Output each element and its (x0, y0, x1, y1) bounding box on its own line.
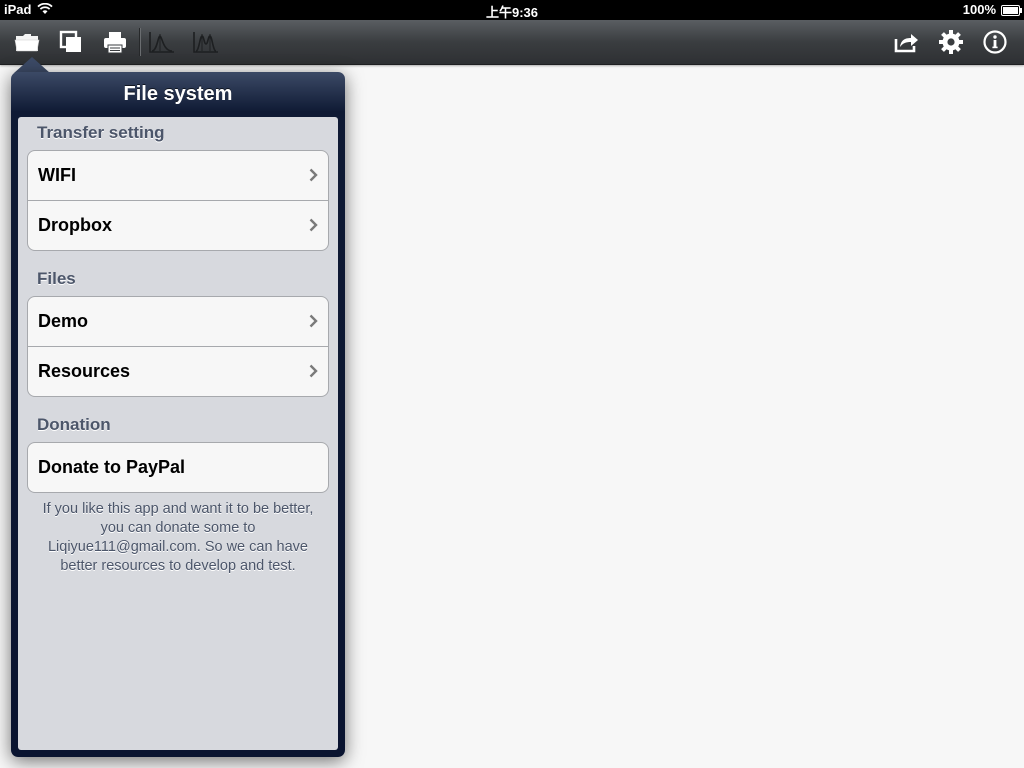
battery-percent: 100% (962, 2, 996, 17)
toolbar-divider (139, 28, 140, 56)
section-header-donation: Donation (37, 415, 111, 434)
popover-arrow (14, 57, 50, 73)
list-item-label: Donate to PayPal (38, 457, 186, 477)
list-item-label: WIFI (38, 165, 76, 185)
list-item-label: Dropbox (38, 215, 112, 235)
battery-icon (1001, 5, 1022, 16)
section-header-transfer: Transfer setting (37, 123, 165, 142)
list-item-label: Demo (38, 311, 89, 331)
copy-icon[interactable] (55, 26, 87, 58)
clock: 上午9:36 (485, 5, 539, 20)
list-item-dropbox[interactable]: Dropbox (28, 200, 328, 250)
donate-paypal-button[interactable]: Donate to PayPal (28, 443, 328, 492)
peak-chart-icon[interactable] (146, 26, 178, 58)
status-bar: iPad 上午9:36 100% (0, 0, 1024, 20)
list-item-wifi[interactable]: WIFI (28, 151, 328, 200)
list-item-resources[interactable]: Resources (28, 346, 328, 396)
chevron-right-icon (309, 364, 318, 378)
share-icon[interactable] (890, 26, 922, 58)
donation-footer-text: If you like this app and want it to be b… (42, 501, 314, 574)
section-header-files: Files (37, 269, 76, 288)
transfer-group: WIFI Dropbox (27, 150, 329, 251)
chevron-right-icon (309, 168, 318, 182)
main-toolbar (0, 20, 1024, 65)
list-item-demo[interactable]: Demo (28, 297, 328, 346)
list-item-label: Resources (38, 361, 131, 381)
popover-content: Transfer setting WIFI Dropbox Files Demo… (18, 117, 338, 750)
gear-icon[interactable] (935, 26, 967, 58)
folder-icon[interactable] (11, 26, 43, 58)
files-group: Demo Resources (27, 296, 329, 397)
chevron-right-icon (309, 314, 318, 328)
donation-group: Donate to PayPal (27, 442, 329, 493)
info-icon[interactable] (979, 26, 1011, 58)
print-icon[interactable] (99, 26, 131, 58)
file-system-popover: File system Transfer setting WIFI Dropbo… (11, 72, 345, 757)
multi-peak-chart-icon[interactable] (190, 26, 222, 58)
chevron-right-icon (309, 218, 318, 232)
popover-title: File system (123, 83, 233, 105)
